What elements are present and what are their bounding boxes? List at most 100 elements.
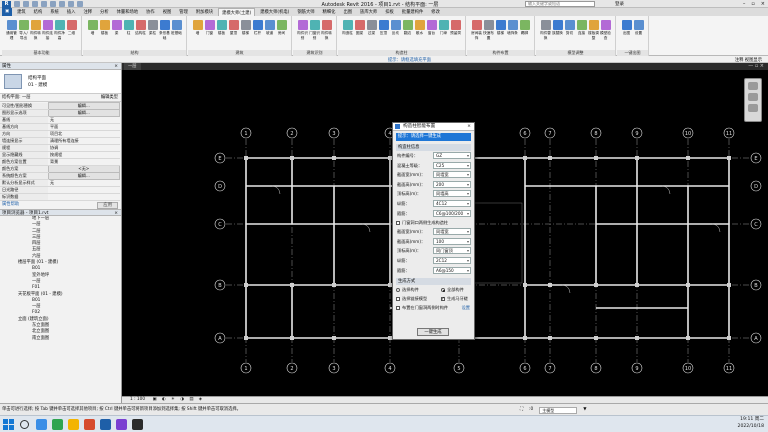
ribbon-button[interactable]: 构件转换 [321,20,332,41]
ribbon-button[interactable]: 栏杆 [252,20,263,36]
structural-column[interactable] [686,283,690,287]
ribbon-button[interactable]: 门垛 [438,20,449,36]
instance-selector[interactable]: 结构平面: 一层 编辑类型 [0,94,121,102]
close-icon[interactable]: × [467,123,471,131]
ribbon-tab[interactable]: 协作 [143,8,158,16]
taskbar-app-icon[interactable] [132,419,143,430]
structural-column[interactable] [594,156,598,160]
door-opening-option[interactable]: 门窗洞口两侧生成构造柱 [396,218,471,227]
property-value[interactable]: 平面 [48,123,120,131]
ribbon-button[interactable]: 楼板 [216,20,227,36]
property-value[interactable]: 清理所有墙连接 [48,137,120,145]
structural-column[interactable] [635,156,639,160]
ribbon-button[interactable]: 二维 [66,20,77,36]
ribbon-button[interactable]: 墙 [192,20,203,36]
ribbon-tab[interactable]: 系统 [47,8,62,16]
structural-column[interactable] [332,156,336,160]
field-select[interactable]: 100 [433,237,471,245]
ribbon-button[interactable]: 屋顶 [228,20,239,36]
field-select[interactable]: GZ [433,152,471,159]
field-select[interactable]: 同墙宽 [433,228,471,236]
ribbon-button[interactable]: 翻边 [402,20,413,36]
field-select[interactable]: A6@150 [433,266,471,274]
structural-column[interactable] [548,156,552,160]
ribbon-button[interactable]: 出图 [621,20,632,36]
steering-wheel-icon[interactable] [748,82,758,90]
generate-button[interactable]: 一键生成 [417,328,449,336]
minimize-icon[interactable]: – [743,1,746,7]
structural-column[interactable] [290,156,294,160]
ribbon-tab[interactable]: 插入 [64,8,79,16]
file-tab[interactable]: ▣ [2,8,13,16]
ribbon-button[interactable]: 导入/导出 [18,20,29,41]
structural-column[interactable] [727,336,731,340]
ribbon-tab[interactable]: 出图 [340,8,355,16]
search-icon[interactable] [20,420,29,429]
text-icon[interactable] [68,1,74,7]
field-select[interactable]: 同墙高 [433,190,471,198]
field-select[interactable]: 同门窗顶 [433,247,471,255]
ribbon-button[interactable]: 柱 [123,20,134,36]
ribbon-tab[interactable]: 视图 [160,8,175,16]
ribbon-button[interactable]: 构件识别 [297,20,308,41]
property-value[interactable]: 编辑... [47,172,120,180]
filter-icon[interactable]: ▼ [583,404,586,415]
structural-column[interactable] [727,283,731,287]
ribbon-button[interactable]: 楼板调整 [588,20,599,41]
structural-column[interactable] [594,336,598,340]
taskbar-app-icon[interactable] [68,419,79,430]
property-value[interactable]: 无 [48,179,120,187]
close-icon[interactable]: × [114,210,118,217]
ribbon-button[interactable]: 族替换 [552,20,563,36]
zoom-icon[interactable] [748,93,758,101]
ribbon-button[interactable]: 设置 [633,20,644,36]
ribbon-tab[interactable]: 管理 [176,8,191,16]
3d-view-icon[interactable] [77,1,83,7]
property-value[interactable] [48,186,120,194]
structural-column[interactable] [635,336,639,340]
ribbon-button[interactable]: 圈梁 [354,20,365,36]
redo-icon[interactable] [41,1,47,7]
property-value[interactable]: 编辑... [47,102,120,110]
structural-column[interactable] [594,283,598,287]
view-tab[interactable]: 一层 [124,63,141,70]
door-window-sides-checkbox[interactable] [396,306,400,311]
property-value[interactable] [48,193,120,201]
view-window-controls[interactable]: — ▫ × [748,63,764,69]
ribbon-button[interactable]: 条形基础 [159,20,170,41]
ribbon-button[interactable]: 过梁 [366,20,377,36]
ribbon-button[interactable]: 房间装饰 [471,20,482,41]
all-elements-radio[interactable] [441,288,445,293]
windows-start-icon[interactable] [3,419,14,430]
ribbon-button[interactable]: 门窗识别 [309,20,320,41]
search-input[interactable]: 输入关键字或短语 [525,1,595,7]
structural-column[interactable] [686,336,690,340]
ribbon-button[interactable]: 房间 [276,20,287,36]
ribbon-button[interactable]: 桩基础 [171,20,182,36]
main-model-select[interactable]: 主模型 [539,406,578,414]
ribbon-tab[interactable]: 注释 [80,8,95,16]
ribbon-button[interactable]: 墙 [87,20,98,36]
pan-icon[interactable] [748,104,758,112]
view-display-icons[interactable]: ▣ ◐ ☀ ◑ ▤ ◈ [153,397,205,402]
structural-column[interactable] [244,156,248,160]
ribbon-button[interactable]: 结构柱 [135,20,146,36]
linked-model-checkbox[interactable] [396,297,400,302]
maximize-icon[interactable]: ▫ [751,1,754,7]
close-icon[interactable]: × [761,1,765,7]
property-value[interactable]: 背景 [48,158,120,166]
ribbon-tab[interactable]: 批量建构件 [399,8,426,16]
ribbon-button[interactable]: 门窗 [204,20,215,36]
ribbon-tab[interactable]: 体量和场地 [114,8,141,16]
field-select[interactable]: 200 [433,180,471,188]
ribbon-button[interactable]: 构件转换 [30,20,41,41]
ribbon-tab[interactable]: 建模大师(土建) [218,8,256,16]
ribbon-tab[interactable]: 扣板 [382,8,397,16]
structural-column[interactable] [290,283,294,287]
close-icon[interactable]: × [114,63,118,70]
property-value[interactable]: <无> [47,165,120,173]
structural-column[interactable] [523,283,527,287]
taskbar-app-icon[interactable] [52,419,63,430]
settings-link[interactable]: 设置 [462,303,470,312]
browser-item[interactable]: 南立面图 [0,336,121,342]
